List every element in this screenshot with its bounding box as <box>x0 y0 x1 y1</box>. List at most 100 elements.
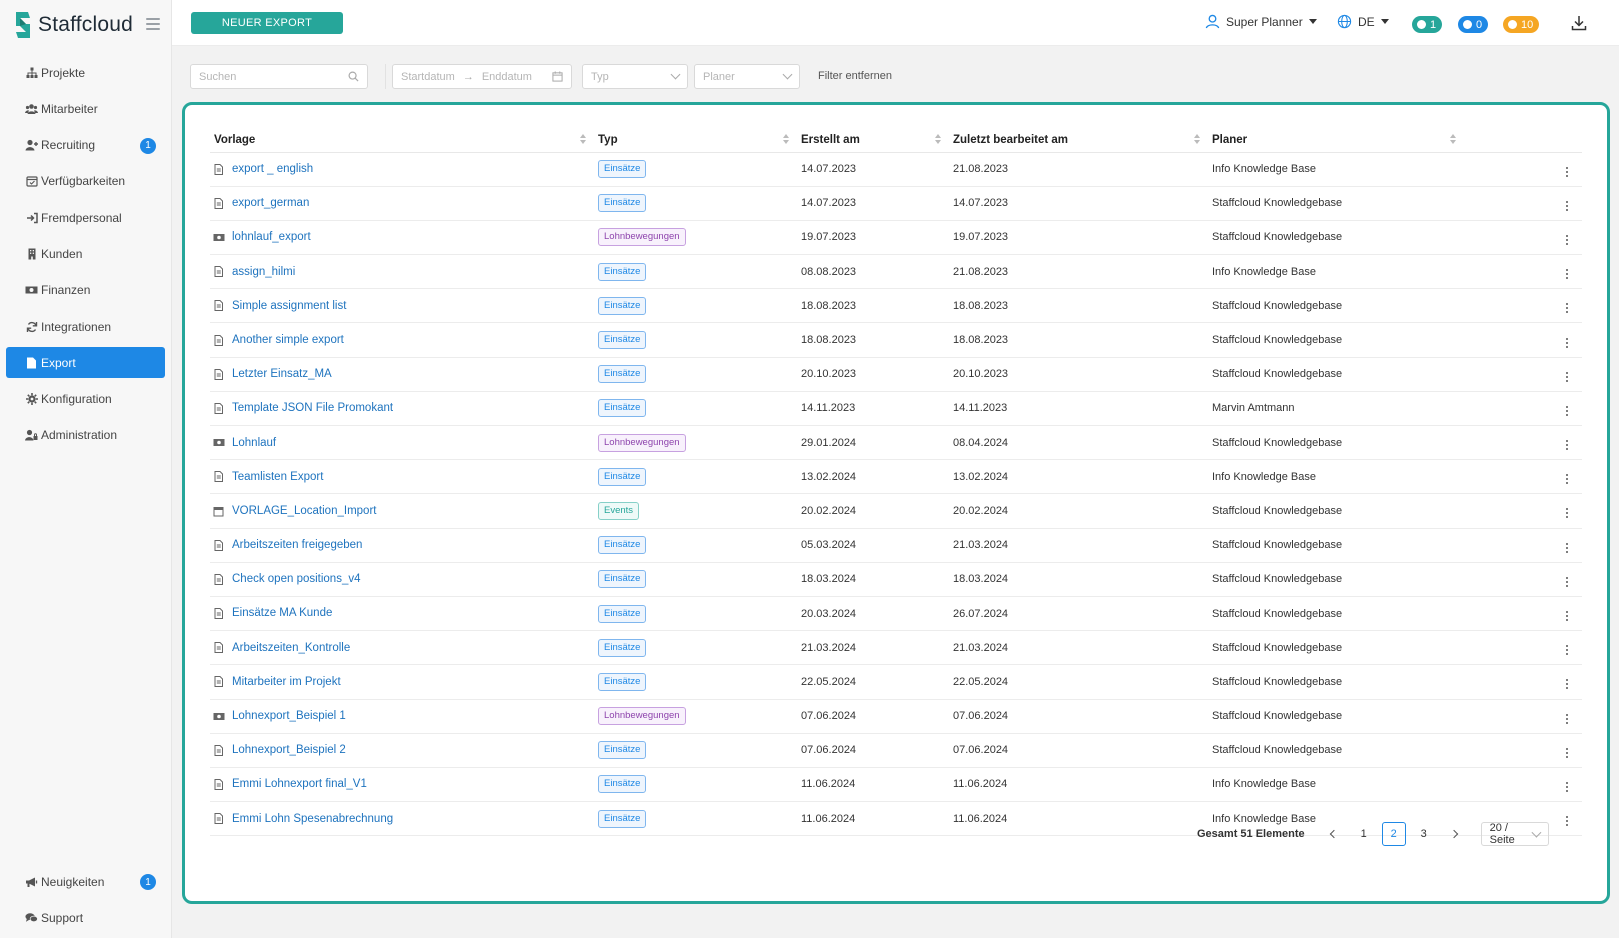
table-row[interactable]: VORLAGE_Location_Import Events 20.02.2024 2… <box>210 493 1582 529</box>
menu-toggle-icon[interactable] <box>146 18 160 30</box>
more-vertical-icon[interactable] <box>1562 643 1572 657</box>
template-name-link[interactable]: export_german <box>232 197 309 209</box>
template-name-link[interactable]: Einsätze MA Kunde <box>232 608 332 620</box>
table-row[interactable]: Letzter Einsatz_MA Einsätze 20.10.2023 20.1… <box>210 357 1582 392</box>
table-row[interactable]: Lohnexport_Beispiel 2 Einsätze 07.06.2024 0… <box>210 733 1582 768</box>
sidebar-item-fremdpersonal[interactable]: Fremdpersonal <box>6 202 165 233</box>
table-row[interactable]: Emmi Lohnexport final_V1 Einsätze 11.06.20… <box>210 767 1582 803</box>
more-vertical-icon[interactable] <box>1562 814 1572 828</box>
table-row[interactable]: Lohnexport_Beispiel 1 Lohnbewegungen 07.06… <box>210 699 1582 734</box>
template-name-link[interactable]: Letzter Einsatz_MA <box>232 368 332 380</box>
more-vertical-icon[interactable] <box>1562 472 1572 486</box>
sort-icon[interactable] <box>935 134 941 144</box>
table-row[interactable]: lohnlauf_export Lohnbewegungen 19.07.2023 1… <box>210 220 1582 256</box>
date-range-picker[interactable]: Startdatum → Enddatum <box>392 64 572 89</box>
type-select[interactable]: Typ <box>582 64 688 89</box>
column-header-vorlage[interactable]: Vorlage <box>210 128 594 153</box>
sidebar-item-export[interactable]: Export <box>6 347 165 379</box>
next-page-button[interactable] <box>1442 822 1466 846</box>
table-row[interactable]: Arbeitszeiten freigegeben Einsätze 05.03.2… <box>210 528 1582 563</box>
template-name-link[interactable]: Template JSON File Promokant <box>232 402 393 414</box>
sidebar-item-konfiguration[interactable]: Konfiguration <box>6 384 165 415</box>
language-selector[interactable]: DE <box>1337 14 1389 29</box>
template-name-link[interactable]: assign_hilmi <box>232 266 295 278</box>
table-row[interactable]: Another simple export Einsätze 18.08.2023 1… <box>210 322 1582 358</box>
sidebar-item-finanzen[interactable]: Finanzen <box>6 275 165 306</box>
table-row[interactable]: Teamlisten Export Einsätze 13.02.2024 13.02… <box>210 459 1582 495</box>
more-vertical-icon[interactable] <box>1562 677 1572 691</box>
table-row[interactable]: Lohnlauf Lohnbewegungen 29.01.2024 08.04.20… <box>210 425 1582 461</box>
sort-icon[interactable] <box>1194 134 1200 144</box>
more-vertical-icon[interactable] <box>1562 199 1572 213</box>
sort-icon[interactable] <box>783 134 789 144</box>
sidebar-item-administration[interactable]: Administration <box>6 420 165 451</box>
search-input[interactable]: Suchen <box>190 64 368 89</box>
template-name-link[interactable]: Another simple export <box>232 334 344 346</box>
more-vertical-icon[interactable] <box>1562 780 1572 794</box>
timer-badge[interactable]: 10 <box>1503 16 1540 33</box>
page-1-button[interactable]: 1 <box>1352 822 1376 846</box>
sidebar-item-neuigkeiten[interactable]: Neuigkeiten 1 <box>6 866 165 897</box>
template-name-link[interactable]: Lohnexport_Beispiel 2 <box>232 744 346 756</box>
more-vertical-icon[interactable] <box>1562 609 1572 623</box>
more-vertical-icon[interactable] <box>1562 370 1572 384</box>
table-row[interactable]: Template JSON File Promokant Einsätze 14.1… <box>210 391 1582 427</box>
template-name-link[interactable]: Emmi Lohnexport final_V1 <box>232 779 367 791</box>
template-name-link[interactable]: Arbeitszeiten_Kontrolle <box>232 642 350 654</box>
template-name-link[interactable]: export _ english <box>232 163 313 175</box>
sidebar-item-integrationen[interactable]: Integrationen <box>6 311 165 342</box>
column-header-typ[interactable]: Typ <box>594 128 797 153</box>
table-row[interactable]: Mitarbeiter im Projekt Einsätze 22.05.2024… <box>210 664 1582 700</box>
more-vertical-icon[interactable] <box>1562 712 1572 726</box>
sidebar-item-mitarbeiter[interactable]: Mitarbeiter <box>6 93 165 124</box>
column-header-bearbeitet[interactable]: Zuletzt bearbeitet am <box>949 128 1208 153</box>
table-row[interactable]: assign_hilmi Einsätze 08.08.2023 21.08.2023… <box>210 254 1582 290</box>
page-size-select[interactable]: 20 / Seite <box>1480 822 1549 846</box>
prev-page-button[interactable] <box>1322 822 1346 846</box>
template-name-link[interactable]: Teamlisten Export <box>232 471 323 483</box>
table-row[interactable]: Simple assignment list Einsätze 18.08.2023… <box>210 288 1582 324</box>
sidebar-item-projekte[interactable]: Projekte <box>6 57 165 88</box>
table-row[interactable]: export _ english Einsätze 14.07.2023 21.08.… <box>210 152 1582 187</box>
template-name-link[interactable]: VORLAGE_Location_Import <box>232 505 376 517</box>
chat-badge[interactable]: 1 <box>1412 16 1443 33</box>
table-row[interactable]: export_german Einsätze 14.07.2023 14.07.202… <box>210 186 1582 221</box>
template-name-link[interactable]: Lohnlauf <box>232 437 276 449</box>
more-vertical-icon[interactable] <box>1562 336 1572 350</box>
user-menu[interactable]: Super Planner <box>1205 14 1317 29</box>
sidebar-item-support[interactable]: Support <box>6 902 165 933</box>
logo[interactable]: Staffcloud <box>12 10 133 40</box>
more-vertical-icon[interactable] <box>1562 267 1572 281</box>
new-export-button[interactable]: NEUER EXPORT <box>191 12 343 34</box>
page-2-button[interactable]: 2 <box>1381 822 1406 846</box>
more-vertical-icon[interactable] <box>1562 575 1572 589</box>
sidebar-item-kunden[interactable]: Kunden <box>6 238 165 269</box>
table-row[interactable]: Check open positions_v4 Einsätze 18.03.202… <box>210 562 1582 597</box>
column-header-erstellt[interactable]: Erstellt am <box>797 128 949 153</box>
sidebar-item-recruiting[interactable]: Recruiting 1 <box>6 130 165 161</box>
sort-icon[interactable] <box>580 134 586 144</box>
sort-icon[interactable] <box>1450 134 1456 144</box>
more-vertical-icon[interactable] <box>1562 233 1572 247</box>
template-name-link[interactable]: Lohnexport_Beispiel 1 <box>232 710 346 722</box>
more-vertical-icon[interactable] <box>1562 438 1572 452</box>
template-name-link[interactable]: Simple assignment list <box>232 300 346 312</box>
table-row[interactable]: Arbeitszeiten_Kontrolle Einsätze 21.03.202… <box>210 630 1582 666</box>
planer-select[interactable]: Planer <box>694 64 800 89</box>
more-vertical-icon[interactable] <box>1562 541 1572 555</box>
sidebar-item-verfügbarkeiten[interactable]: Verfügbarkeiten <box>6 166 165 197</box>
template-name-link[interactable]: Mitarbeiter im Projekt <box>232 676 341 688</box>
more-vertical-icon[interactable] <box>1562 165 1572 179</box>
template-name-link[interactable]: Check open positions_v4 <box>232 573 361 585</box>
download-icon[interactable] <box>1570 14 1588 32</box>
template-name-link[interactable]: Emmi Lohn Spesenabrechnung <box>232 813 393 825</box>
page-3-button[interactable]: 3 <box>1412 822 1436 846</box>
more-vertical-icon[interactable] <box>1562 404 1572 418</box>
remove-filter-button[interactable]: Filter entfernen <box>818 70 892 82</box>
column-header-planer[interactable]: Planer <box>1208 128 1464 153</box>
more-vertical-icon[interactable] <box>1562 746 1572 760</box>
more-vertical-icon[interactable] <box>1562 301 1572 315</box>
template-name-link[interactable]: lohnlauf_export <box>232 232 311 244</box>
table-row[interactable]: Einsätze MA Kunde Einsätze 20.03.2024 26.07… <box>210 596 1582 632</box>
template-name-link[interactable]: Arbeitszeiten freigegeben <box>232 539 362 551</box>
